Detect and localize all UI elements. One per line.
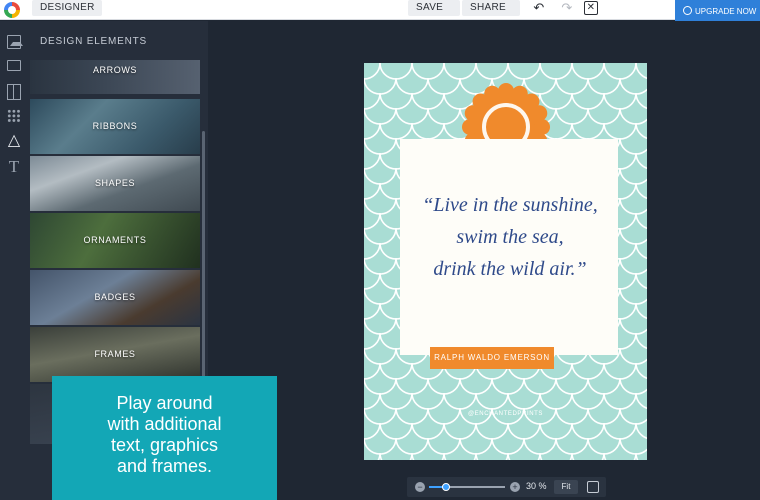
text-icon[interactable]: T	[7, 158, 21, 175]
element-category-ornaments[interactable]: ORNAMENTS	[30, 213, 200, 268]
layout-icon[interactable]	[7, 84, 21, 100]
zoom-controls: − + 30 % Fit	[407, 477, 606, 497]
zoom-slider[interactable]	[429, 483, 505, 491]
image-icon[interactable]	[7, 35, 23, 49]
element-category-badges[interactable]: BADGES	[30, 270, 200, 325]
fit-button[interactable]: Fit	[554, 480, 578, 494]
grid-icon[interactable]	[7, 109, 21, 123]
category-label: SHAPES	[94, 178, 136, 188]
upgrade-icon	[683, 6, 692, 15]
top-toolbar: DESIGNER▼ SAVE▼ SHARE▼ ↶ ↷ ✕	[0, 0, 760, 27]
panel-scrollbar[interactable]	[202, 131, 205, 381]
credit-handle[interactable]: @ENCHANTEDPRINTS	[364, 411, 647, 417]
category-label: ORNAMENTS	[83, 235, 147, 245]
save-button[interactable]: SAVE▼	[408, 0, 460, 27]
close-icon[interactable]: ✕	[584, 1, 598, 15]
category-label: RIBBONS	[92, 121, 138, 131]
share-label: SHARE	[470, 2, 506, 13]
save-label: SAVE	[416, 2, 444, 13]
panel-title: DESIGN ELEMENTS	[40, 36, 148, 47]
element-category-shapes[interactable]: SHAPES	[30, 156, 200, 211]
category-label: FRAMES	[94, 349, 136, 359]
zoom-out-icon[interactable]: −	[415, 482, 425, 492]
triangle-icon[interactable]: △	[7, 133, 21, 149]
author-banner[interactable]: RALPH WALDO EMERSON	[422, 347, 562, 369]
quote-text[interactable]: “Live in the sunshine, swim the sea, dri…	[408, 189, 612, 285]
zoom-level: 30 %	[526, 481, 547, 491]
folder-icon[interactable]	[7, 60, 21, 71]
redo-icon[interactable]: ↷	[556, 0, 578, 16]
category-label: BADGES	[94, 292, 136, 302]
zoom-slider-handle[interactable]	[442, 483, 451, 491]
app-logo-icon[interactable]	[4, 2, 20, 18]
quote-card[interactable]: “Live in the sunshine, swim the sea, dri…	[400, 139, 618, 355]
designer-menu-button[interactable]: DESIGNER▼	[32, 0, 102, 27]
element-category-ribbons[interactable]: RIBBONS	[30, 99, 200, 154]
category-label: ARROWS	[92, 65, 138, 75]
element-category-frames[interactable]: FRAMES	[30, 327, 200, 382]
promo-callout: Play around with additional text, graphi…	[52, 376, 277, 500]
undo-icon[interactable]: ↶	[528, 0, 550, 16]
fullscreen-icon[interactable]	[587, 481, 599, 493]
element-category-arrows[interactable]: ARROWS	[30, 60, 200, 94]
designer-label: DESIGNER	[40, 2, 95, 13]
zoom-in-icon[interactable]: +	[510, 482, 520, 492]
tool-rail: △ T	[0, 21, 28, 500]
share-button[interactable]: SHARE▼	[462, 0, 520, 27]
upgrade-label: UPGRADE NOW	[695, 7, 757, 16]
poster-canvas[interactable]: “Live in the sunshine, swim the sea, dri…	[364, 63, 647, 460]
author-name: RALPH WALDO EMERSON	[434, 353, 550, 362]
